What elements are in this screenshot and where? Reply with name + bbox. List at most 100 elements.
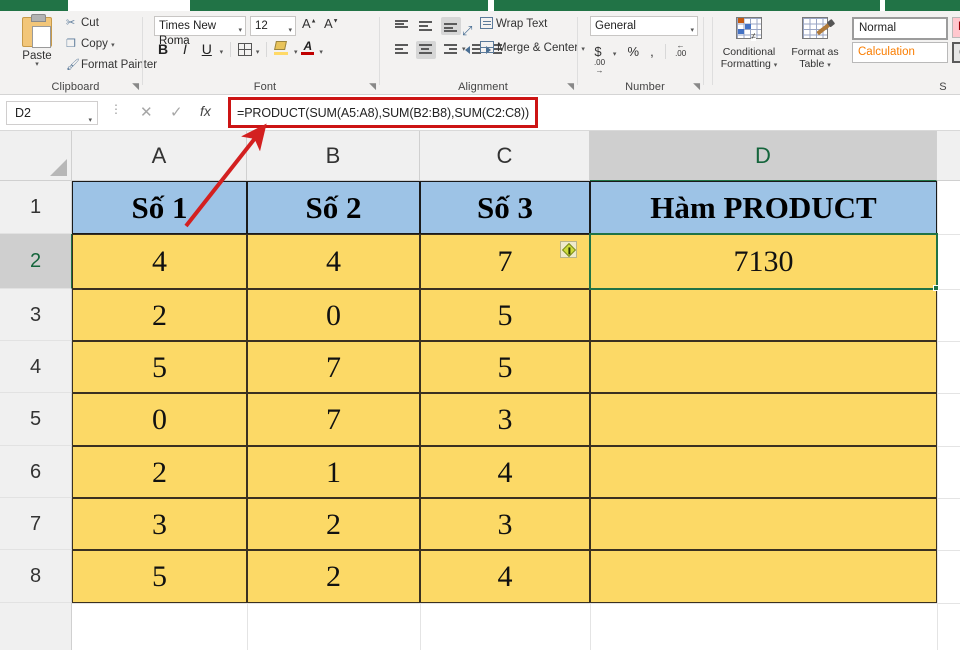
cell-b3[interactable]: 0: [247, 289, 420, 341]
grid-empty-bottom[interactable]: [72, 603, 960, 650]
copy-button[interactable]: ❐ Copy ▾: [66, 37, 115, 50]
grid-empty-right[interactable]: [937, 181, 960, 650]
accounting-format-button[interactable]: $: [591, 44, 605, 59]
format-as-table-button[interactable]: Format as Table ▾: [784, 17, 846, 72]
decrease-decimal-icon[interactable]: .00→: [591, 59, 608, 75]
cancel-icon[interactable]: ✕: [140, 103, 153, 121]
align-bottom-button[interactable]: [440, 17, 461, 35]
chevron-down-icon[interactable]: ▾: [690, 23, 694, 38]
font-color-icon[interactable]: A: [301, 39, 315, 56]
align-left-button[interactable]: [392, 41, 412, 59]
chevron-down-icon[interactable]: ▾: [294, 49, 298, 56]
fill-handle[interactable]: [933, 285, 939, 291]
chevron-down-icon[interactable]: ▾: [609, 50, 621, 58]
align-center-button[interactable]: [416, 41, 437, 59]
cell-c6[interactable]: 4: [420, 446, 590, 498]
formula-bar-handle[interactable]: ⋮: [110, 103, 122, 115]
cell-a2[interactable]: 4: [72, 234, 247, 289]
confirm-icon[interactable]: ✓: [170, 103, 183, 121]
chevron-down-icon[interactable]: ▾: [827, 62, 831, 69]
cell-style-check[interactable]: Check: [952, 42, 960, 63]
cell-a6[interactable]: 2: [72, 446, 247, 498]
row-header-6[interactable]: 6: [0, 446, 72, 498]
name-box[interactable]: D2 ▾: [6, 101, 98, 125]
cell-b2[interactable]: 4: [247, 234, 420, 289]
row-header-1[interactable]: 1: [0, 181, 72, 234]
cell-d2[interactable]: 7130: [590, 234, 937, 289]
cell-d5[interactable]: [590, 393, 937, 446]
increase-decimal-icon[interactable]: ←.00: [672, 42, 689, 58]
cell-d4[interactable]: [590, 341, 937, 393]
cell-style-normal[interactable]: Normal: [852, 17, 948, 40]
grow-font-button[interactable]: A▲: [302, 16, 317, 31]
warning-indicator-icon[interactable]: [560, 241, 577, 258]
cell-b4[interactable]: 7: [247, 341, 420, 393]
font-dialog-launcher[interactable]: ◥: [369, 81, 376, 92]
decrease-indent-icon[interactable]: [465, 42, 482, 56]
cell-a3[interactable]: 2: [72, 289, 247, 341]
cell-c7[interactable]: 3: [420, 498, 590, 550]
column-header-e[interactable]: [937, 131, 960, 181]
chevron-down-icon[interactable]: ▾: [111, 42, 115, 49]
cell-a5[interactable]: 0: [72, 393, 247, 446]
chevron-down-icon[interactable]: ▾: [319, 49, 323, 56]
alignment-dialog-launcher[interactable]: ◥: [567, 81, 574, 92]
wrap-text-button[interactable]: Wrap Text: [480, 17, 547, 30]
fill-color-icon[interactable]: [274, 41, 290, 56]
cell-c1[interactable]: Số 3: [420, 181, 590, 234]
percent-style-button[interactable]: %: [624, 44, 642, 59]
row-header-3[interactable]: 3: [0, 289, 72, 341]
row-header-9[interactable]: [0, 603, 72, 650]
row-header-4[interactable]: 4: [0, 341, 72, 393]
cell-a1[interactable]: Số 1: [72, 181, 247, 234]
insert-function-icon[interactable]: fx: [200, 103, 211, 119]
cell-d8[interactable]: [590, 550, 937, 603]
borders-icon[interactable]: [237, 43, 252, 56]
cell-d7[interactable]: [590, 498, 937, 550]
column-header-d[interactable]: D: [590, 131, 937, 181]
cell-style-calculation[interactable]: Calculation: [852, 42, 948, 63]
clipboard-dialog-launcher[interactable]: ◥: [132, 81, 139, 92]
chevron-down-icon[interactable]: ▾: [88, 110, 92, 132]
align-right-button[interactable]: [441, 41, 461, 59]
cell-a4[interactable]: 5: [72, 341, 247, 393]
cell-style-bad[interactable]: Bad: [952, 17, 960, 38]
cell-a7[interactable]: 3: [72, 498, 247, 550]
cut-button[interactable]: ✂ Cut: [66, 16, 99, 29]
row-header-2[interactable]: 2: [0, 234, 72, 289]
formula-input-highlight[interactable]: =PRODUCT(SUM(A5:A8),SUM(B2:B8),SUM(C2:C8…: [228, 97, 538, 128]
row-header-7[interactable]: 7: [0, 498, 72, 550]
cell-b5[interactable]: 7: [247, 393, 420, 446]
cell-b6[interactable]: 1: [247, 446, 420, 498]
font-size-input[interactable]: 12 ▾: [250, 16, 296, 36]
row-header-8[interactable]: 8: [0, 550, 72, 603]
cell-b7[interactable]: 2: [247, 498, 420, 550]
chevron-down-icon[interactable]: ▾: [288, 23, 292, 38]
cell-a8[interactable]: 5: [72, 550, 247, 603]
chevron-down-icon[interactable]: ▾: [220, 49, 224, 56]
cell-d3[interactable]: [590, 289, 937, 341]
number-dialog-launcher[interactable]: ◥: [693, 81, 700, 92]
chevron-down-icon[interactable]: ▾: [581, 46, 585, 53]
select-all-corner[interactable]: [0, 131, 72, 181]
cell-c8[interactable]: 4: [420, 550, 590, 603]
comma-style-button[interactable]: ,: [646, 44, 658, 59]
shrink-font-button[interactable]: A▼: [324, 16, 339, 31]
align-middle-button[interactable]: [416, 17, 436, 35]
bold-button[interactable]: B: [154, 41, 172, 57]
row-header-5[interactable]: 5: [0, 393, 72, 446]
cell-d1[interactable]: Hàm PRODUCT: [590, 181, 937, 234]
column-header-c[interactable]: C: [420, 131, 590, 181]
column-header-a[interactable]: A: [72, 131, 247, 181]
cell-d6[interactable]: [590, 446, 937, 498]
chevron-down-icon[interactable]: ▾: [238, 23, 242, 38]
paste-button[interactable]: Paste ▾: [12, 14, 62, 77]
format-painter-button[interactable]: 🖌Format Painter: [66, 58, 157, 71]
align-top-button[interactable]: [392, 17, 412, 35]
chevron-down-icon[interactable]: ▾: [774, 62, 778, 69]
cell-b1[interactable]: Số 2: [247, 181, 420, 234]
cell-c5[interactable]: 3: [420, 393, 590, 446]
cell-c4[interactable]: 5: [420, 341, 590, 393]
cell-b8[interactable]: 2: [247, 550, 420, 603]
ribbon-tabstrip[interactable]: [0, 0, 960, 11]
